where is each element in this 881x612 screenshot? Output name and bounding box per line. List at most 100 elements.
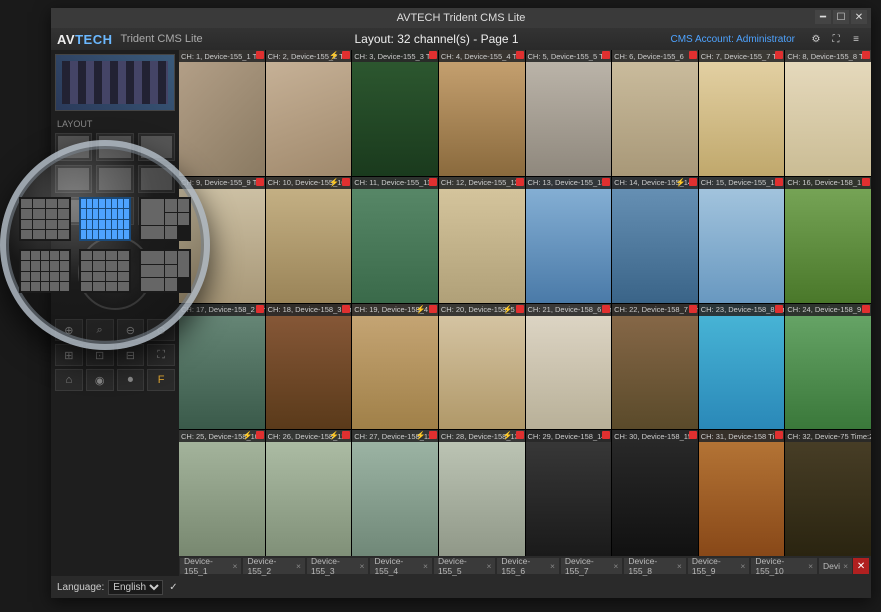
layout-status: Layout: 32 channel(s) - Page 1 xyxy=(203,32,671,46)
channel-cell[interactable]: CH: 32, Device-75 Time:2 xyxy=(785,430,871,556)
tab-close-icon[interactable]: × xyxy=(550,561,555,571)
tab-close-icon[interactable]: × xyxy=(740,561,745,571)
device-tab[interactable]: Device-155_10× xyxy=(751,558,817,574)
channel-cell[interactable]: CH: 16, Device-158_1 Ti xyxy=(785,177,871,303)
channel-caption: CH: 22, Device-158_7 Tir xyxy=(612,304,698,316)
channel-cell[interactable]: CH: 23, Device-158_8 Tir xyxy=(699,304,785,430)
recording-icon xyxy=(862,305,870,313)
channel-caption: CH: 6, Device-155_6 xyxy=(612,50,698,62)
control-button-4[interactable]: ⊞ xyxy=(55,344,83,366)
channel-caption: CH: 31, Device-158 Ti xyxy=(699,430,785,442)
channel-cell[interactable]: CH: 1, Device-155_1 Tir xyxy=(179,50,265,176)
maximize-button[interactable]: ☐ xyxy=(833,10,849,24)
mag-layout-32-selected[interactable] xyxy=(79,197,131,241)
channel-caption: CH: 8, Device-155_8 Ti xyxy=(785,50,871,62)
menu-icon[interactable]: ≡ xyxy=(847,30,865,48)
device-tab[interactable]: Devi× xyxy=(819,558,852,574)
channel-cell[interactable]: CH: 21, Device-158_6 Tir xyxy=(526,304,612,430)
minimize-button[interactable]: ━ xyxy=(815,10,831,24)
control-button-7[interactable]: ⛶ xyxy=(147,344,175,366)
layout-section-label: LAYOUT xyxy=(57,119,175,129)
motion-icon: ⚡ xyxy=(676,178,686,187)
tab-close-icon[interactable]: × xyxy=(843,561,848,571)
close-all-tabs[interactable]: ✕ xyxy=(853,558,869,574)
channel-cell[interactable]: CH: 17, Device-158_2 Tir xyxy=(179,304,265,430)
control-button-9[interactable]: ◉ xyxy=(86,369,114,391)
channel-cell[interactable]: CH: 4, Device-155_4 Tir xyxy=(439,50,525,176)
channel-cell[interactable]: CH: 2, Device-155_2 Tir⚡ xyxy=(266,50,352,176)
control-button-10[interactable]: ⏺ xyxy=(117,369,145,391)
device-tab[interactable]: Device-155_9× xyxy=(688,558,749,574)
tab-close-icon[interactable]: × xyxy=(486,561,491,571)
channel-cell[interactable]: CH: 30, Device-158_15 xyxy=(612,430,698,556)
channel-cell[interactable]: CH: 12, Device-155_12 xyxy=(439,177,525,303)
tab-close-icon[interactable]: × xyxy=(296,561,301,571)
control-button-11[interactable]: F xyxy=(147,369,175,391)
channel-cell[interactable]: CH: 8, Device-155_8 Ti xyxy=(785,50,871,176)
recording-icon xyxy=(689,431,697,439)
motion-icon: ⚡ xyxy=(503,305,513,314)
device-tab[interactable]: Device-155_6× xyxy=(497,558,558,574)
settings-icon[interactable]: ⚙ xyxy=(807,30,825,48)
channel-cell[interactable]: CH: 7, Device-155_7 Tir xyxy=(699,50,785,176)
device-tab[interactable]: Device-155_1× xyxy=(180,558,241,574)
tab-close-icon[interactable]: × xyxy=(359,561,364,571)
language-apply[interactable]: ✓ xyxy=(169,582,177,593)
channel-cell[interactable]: CH: 28, Device-158_13⚡ xyxy=(439,430,525,556)
channel-cell[interactable]: CH: 3, Device-155_3 Tir xyxy=(352,50,438,176)
channel-cell[interactable]: CH: 22, Device-158_7 Tir xyxy=(612,304,698,430)
channel-caption: CH: 30, Device-158_15 xyxy=(612,430,698,442)
recording-icon xyxy=(516,178,524,186)
channel-caption: CH: 24, Device-158_9 Ti xyxy=(785,304,871,316)
mag-layout-a[interactable] xyxy=(19,197,71,241)
channel-cell[interactable]: CH: 25, Device-158_10⚡ xyxy=(179,430,265,556)
channel-cell[interactable]: CH: 10, Device-155_10⚡ xyxy=(266,177,352,303)
channel-cell[interactable]: CH: 13, Device-155_13 xyxy=(526,177,612,303)
account-link[interactable]: CMS Account: Administrator xyxy=(671,34,796,45)
device-tab[interactable]: Device-155_4× xyxy=(370,558,431,574)
recording-icon xyxy=(862,178,870,186)
device-tab[interactable]: Device-155_2× xyxy=(243,558,304,574)
tab-close-icon[interactable]: × xyxy=(423,561,428,571)
fullscreen-icon[interactable]: ⛶ xyxy=(827,30,845,48)
close-button[interactable]: ✕ xyxy=(851,10,867,24)
channel-cell[interactable]: CH: 27, Device-158_12⚡ xyxy=(352,430,438,556)
preview-thumbnail[interactable] xyxy=(55,54,175,111)
tab-close-icon[interactable]: × xyxy=(233,561,238,571)
motion-icon: ⚡ xyxy=(329,178,339,187)
channel-cell[interactable]: CH: 11, Device-155_11 xyxy=(352,177,438,303)
tab-close-icon[interactable]: × xyxy=(613,561,618,571)
channel-cell[interactable]: CH: 6, Device-155_6 xyxy=(612,50,698,176)
device-tab[interactable]: Device-155_5× xyxy=(434,558,495,574)
recording-icon xyxy=(775,305,783,313)
mag-layout-d[interactable] xyxy=(79,249,131,293)
recording-icon xyxy=(516,305,524,313)
channel-cell[interactable]: CH: 5, Device-155_5 Tir xyxy=(526,50,612,176)
device-tab[interactable]: Device-155_7× xyxy=(561,558,622,574)
channel-cell[interactable]: CH: 14, Device-155_14⚡ xyxy=(612,177,698,303)
recording-icon xyxy=(342,431,350,439)
mag-layout-e[interactable] xyxy=(139,249,191,293)
channel-caption: CH: 12, Device-155_12 xyxy=(439,177,525,189)
channel-cell[interactable]: CH: 24, Device-158_9 Ti xyxy=(785,304,871,430)
window-title: AVTECH Trident CMS Lite xyxy=(397,12,526,24)
channel-cell[interactable]: CH: 15, Device-155_15 xyxy=(699,177,785,303)
channel-cell[interactable]: CH: 19, Device-158_4⚡ xyxy=(352,304,438,430)
channel-cell[interactable]: CH: 20, Device-158_5⚡ xyxy=(439,304,525,430)
mag-layout-c[interactable] xyxy=(19,249,71,293)
channel-cell[interactable]: CH: 29, Device-158_14 xyxy=(526,430,612,556)
recording-icon xyxy=(775,51,783,59)
tab-close-icon[interactable]: × xyxy=(808,561,813,571)
control-button-8[interactable]: ⌂ xyxy=(55,369,83,391)
main-area: CH: 1, Device-155_1 TirCH: 2, Device-155… xyxy=(179,50,871,576)
tab-close-icon[interactable]: × xyxy=(677,561,682,571)
channel-cell[interactable]: CH: 26, Device-158_11⚡ xyxy=(266,430,352,556)
titlebar: AVTECH Trident CMS Lite ━ ☐ ✕ xyxy=(51,8,871,28)
language-select[interactable]: English xyxy=(108,580,163,595)
channel-cell[interactable]: CH: 31, Device-158 Ti xyxy=(699,430,785,556)
device-tab[interactable]: Device-155_3× xyxy=(307,558,368,574)
channel-cell[interactable]: CH: 18, Device-158_3 Tir xyxy=(266,304,352,430)
device-tab[interactable]: Device-155_8× xyxy=(624,558,685,574)
channel-caption: CH: 11, Device-155_11 xyxy=(352,177,438,189)
mag-layout-b[interactable] xyxy=(139,197,191,241)
